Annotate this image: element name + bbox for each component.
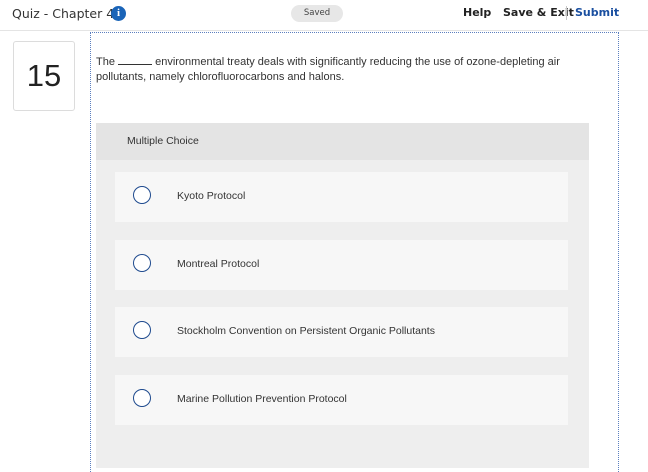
top-bar: Quiz - Chapter 46 i Saved Help Save & Ex… xyxy=(0,0,648,31)
answer-option-label: Kyoto Protocol xyxy=(177,190,246,202)
help-link[interactable]: Help xyxy=(463,6,491,19)
answer-option[interactable]: Stockholm Convention on Persistent Organ… xyxy=(115,307,568,357)
saved-status-badge: Saved xyxy=(291,5,343,22)
question-number: 15 xyxy=(26,58,62,93)
multiple-choice-header: Multiple Choice xyxy=(96,123,589,160)
answer-option-label: Stockholm Convention on Persistent Organ… xyxy=(177,325,435,337)
info-icon[interactable]: i xyxy=(111,6,126,21)
question-text-start: The xyxy=(96,56,115,68)
fill-in-blank xyxy=(118,55,153,65)
multiple-choice-label: Multiple Choice xyxy=(127,135,199,147)
answer-option[interactable]: Montreal Protocol xyxy=(115,240,568,290)
multiple-choice-panel: Multiple Choice Kyoto Protocol Montreal … xyxy=(96,123,589,468)
answer-option[interactable]: Kyoto Protocol xyxy=(115,172,568,222)
radio-button-icon[interactable] xyxy=(133,321,151,339)
radio-button-icon[interactable] xyxy=(133,186,151,204)
question-number-box: 15 xyxy=(13,41,75,111)
answer-option[interactable]: Marine Pollution Prevention Protocol xyxy=(115,375,568,425)
quiz-title: Quiz - Chapter 46 xyxy=(12,6,123,21)
answer-option-label: Marine Pollution Prevention Protocol xyxy=(177,393,347,405)
answer-option-label: Montreal Protocol xyxy=(177,258,260,270)
save-exit-link[interactable]: Save & Exit xyxy=(503,6,574,19)
question-text: The environmental treaty deals with sign… xyxy=(96,55,596,85)
question-text-end: environmental treaty deals with signific… xyxy=(96,56,560,83)
radio-button-icon[interactable] xyxy=(133,389,151,407)
nav-divider xyxy=(566,6,567,20)
radio-button-icon[interactable] xyxy=(133,254,151,272)
submit-button[interactable]: Submit xyxy=(575,6,619,19)
